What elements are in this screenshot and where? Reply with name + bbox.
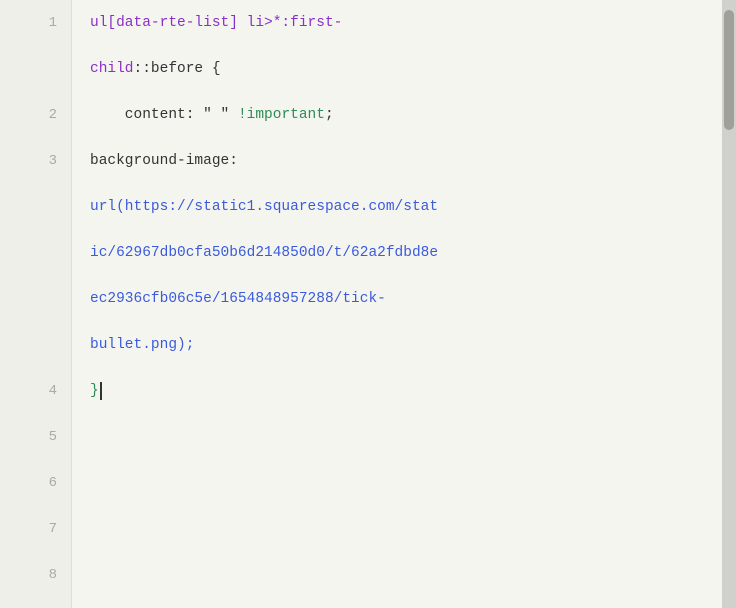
code-line-4: background-image: — [90, 138, 736, 184]
code-line-8: bullet.png); — [90, 322, 736, 368]
token: bullet.png); — [90, 336, 194, 355]
token: ; — [325, 106, 334, 125]
line-number-7 — [0, 276, 71, 322]
code-line-6: ic/62967db0cfa50b6d214850d0/t/62a2fdbd8e — [90, 230, 736, 276]
scrollbar-thumb[interactable] — [724, 10, 734, 130]
line-number-12: 7 — [0, 506, 71, 552]
token: !important — [238, 106, 325, 125]
line-number-1: 1 — [0, 0, 71, 46]
token: background-image: — [90, 152, 238, 171]
token: ::before { — [134, 60, 221, 79]
line-number-9: 4 — [0, 368, 71, 414]
code-line-1: ul[data-rte-list] li>*:first- — [90, 0, 736, 46]
code-area[interactable]: ul[data-rte-list] li>*:first-child::befo… — [72, 0, 736, 608]
line-number-10: 5 — [0, 414, 71, 460]
line-number-8 — [0, 322, 71, 368]
token: url(https://static1.squarespace.com/stat — [90, 198, 438, 217]
line-number-4: 3 — [0, 138, 71, 184]
line-number-11: 6 — [0, 460, 71, 506]
token: ec2936cfb06c5e/1654848957288/tick- — [90, 290, 386, 309]
code-line-2: child::before { — [90, 46, 736, 92]
code-line-13 — [90, 552, 736, 598]
code-line-7: ec2936cfb06c5e/1654848957288/tick- — [90, 276, 736, 322]
line-numbers: 1 23 45678 — [0, 0, 72, 608]
code-editor: 1 23 45678 ul[data-rte-list] li>*:first-ch… — [0, 0, 736, 608]
line-number-2 — [0, 46, 71, 92]
token: } — [90, 382, 99, 401]
token: content: " " — [90, 106, 238, 125]
line-number-5 — [0, 184, 71, 230]
token: ul[data-rte-list] li>*:first- — [90, 14, 342, 33]
code-line-3: content: " " !important; — [90, 92, 736, 138]
token: child — [90, 60, 134, 79]
code-line-9: } — [90, 368, 736, 414]
line-number-13: 8 — [0, 552, 71, 598]
scrollbar[interactable] — [722, 0, 736, 608]
code-line-10 — [90, 414, 736, 460]
line-number-6 — [0, 230, 71, 276]
text-cursor — [100, 382, 102, 400]
line-number-3: 2 — [0, 92, 71, 138]
code-line-5: url(https://static1.squarespace.com/stat — [90, 184, 736, 230]
code-line-11 — [90, 460, 736, 506]
code-line-12 — [90, 506, 736, 552]
token: ic/62967db0cfa50b6d214850d0/t/62a2fdbd8e — [90, 244, 438, 263]
